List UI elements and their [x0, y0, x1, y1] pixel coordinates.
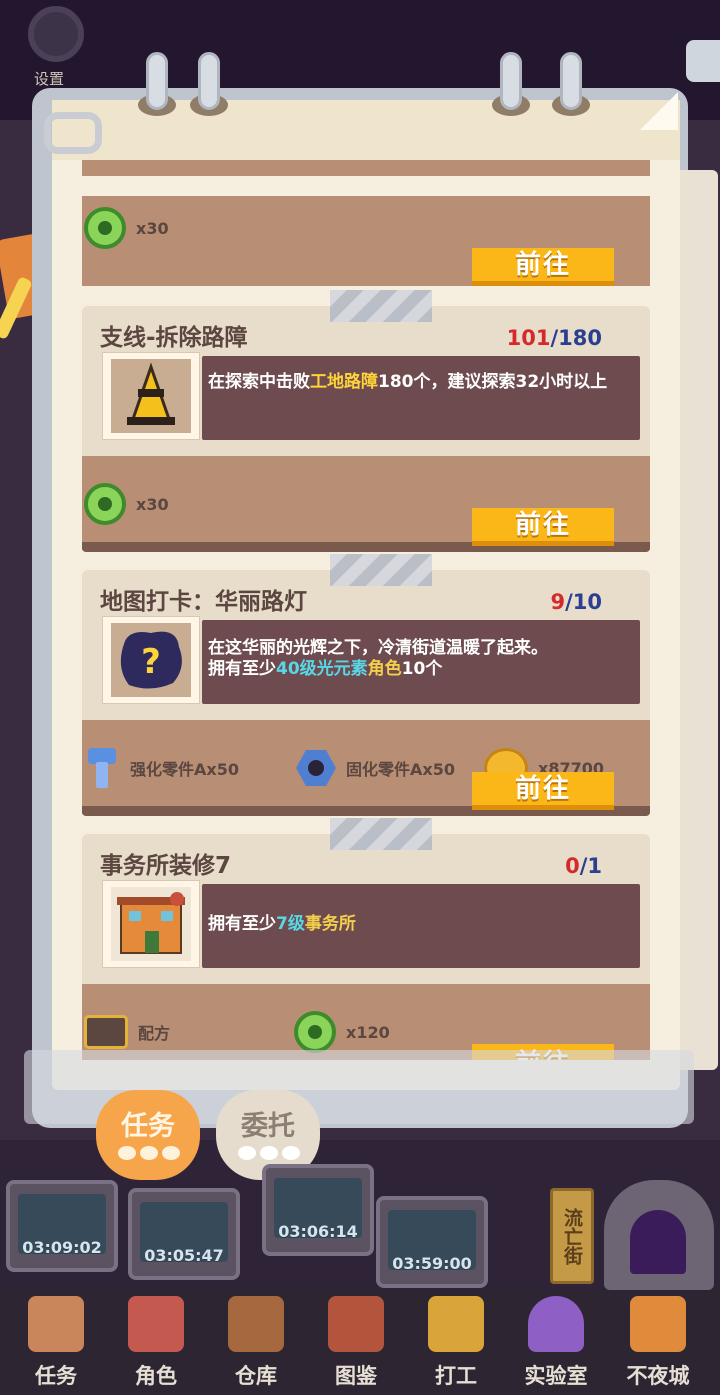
tab-task-label: 任务 — [121, 1111, 175, 1142]
green-gear-coin-icon — [84, 483, 126, 525]
task-progress: 0/1 — [565, 854, 602, 878]
machine-timer: 03:06:14 — [278, 1222, 358, 1241]
side-tool-icon[interactable] — [686, 40, 720, 82]
nav-item-city[interactable]: 不夜城 — [610, 1290, 706, 1395]
go-button[interactable]: 前往 — [472, 508, 614, 546]
portal-icon[interactable] — [604, 1180, 714, 1290]
go-button[interactable]: 前往 — [472, 772, 614, 810]
paw-icon — [118, 1146, 136, 1160]
nav-label: 实验室 — [524, 1364, 588, 1388]
reward-amount: x120 — [346, 1022, 390, 1042]
reward-item: 固化零件Ax50 — [296, 746, 455, 790]
reward-item: 强化零件Ax50 — [84, 746, 239, 790]
settings-gear-icon[interactable] — [28, 6, 84, 62]
task-title: 事务所装修7 — [100, 853, 232, 879]
task-list[interactable]: x30 前往 支线-拆除路障 101/180 在探索中击败工地路障180个，建议… — [82, 160, 650, 1060]
mystery-map-icon: ? — [102, 616, 200, 704]
settings-label: 设置 — [34, 70, 65, 88]
nav-label: 图鉴 — [335, 1364, 377, 1388]
reward-item: x30 — [84, 482, 169, 526]
tab-task[interactable]: 任务 — [96, 1090, 200, 1180]
page-corner — [640, 92, 678, 130]
work-frame-icon — [428, 1296, 484, 1352]
work-machine[interactable]: 03:05:47 — [128, 1188, 240, 1280]
tape-decoration — [330, 554, 432, 586]
task-description: 拥有至少7级事务所 — [202, 884, 640, 968]
task-description: 在这华丽的光辉之下，冷清街道温暖了起来。 拥有至少40级光元素角色10个 — [202, 620, 640, 704]
binder-clip — [500, 52, 522, 110]
tape-decoration — [330, 818, 432, 850]
roadblock-cone-icon — [102, 352, 200, 440]
paw-icon — [238, 1146, 256, 1160]
task-card-remnant — [82, 160, 650, 176]
nav-label: 仓库 — [235, 1364, 277, 1388]
svg-text:?: ? — [141, 642, 161, 682]
reward-amount: x30 — [136, 218, 169, 238]
task-progress: 9/10 — [550, 590, 602, 614]
reward-item: x120 — [294, 1010, 390, 1054]
green-gear-coin-icon — [84, 207, 126, 249]
character-icon — [128, 1296, 184, 1352]
paw-icon — [260, 1146, 278, 1160]
office-building-icon — [102, 880, 200, 968]
reward-item: x30 — [84, 206, 169, 250]
book-icon — [328, 1296, 384, 1352]
nav-item-task[interactable]: 任务 — [8, 1290, 104, 1395]
work-machine[interactable]: 03:06:14 — [262, 1164, 374, 1256]
paw-icon — [162, 1146, 180, 1160]
binder-clip — [146, 52, 168, 110]
paw-icon — [282, 1146, 300, 1160]
nav-item-work[interactable]: 打工 — [408, 1290, 504, 1395]
reward-amount: 强化零件Ax50 — [130, 760, 239, 779]
nav-item-warehouse[interactable]: 仓库 — [208, 1290, 304, 1395]
paw-icon — [140, 1146, 158, 1160]
reinforce-bolt-icon — [84, 746, 120, 790]
machine-timer: 03:05:47 — [144, 1246, 224, 1265]
warehouse-chest-icon — [228, 1296, 284, 1352]
nav-label: 角色 — [135, 1364, 177, 1388]
nav-label: 任务 — [35, 1364, 77, 1388]
go-button[interactable]: 前往 — [472, 248, 614, 286]
task-description: 在探索中击败工地路障180个，建议探索32小时以上 — [202, 356, 640, 440]
task-title: 地图打卡：华丽路灯 — [100, 589, 307, 615]
machine-timer: 03:59:00 — [392, 1254, 472, 1273]
hex-nut-icon — [296, 750, 336, 786]
work-machine[interactable]: 03:09:02 — [6, 1180, 118, 1272]
task-progress: 101/180 — [506, 326, 602, 350]
reward-amount: x30 — [136, 494, 169, 514]
reward-item: 配方 — [84, 1010, 170, 1054]
nav-item-codex[interactable]: 图鉴 — [308, 1290, 404, 1395]
lab-jar-icon — [528, 1296, 584, 1352]
tab-delegate-label: 委托 — [241, 1111, 295, 1142]
binder-clip — [560, 52, 582, 110]
work-machine[interactable]: 03:59:00 — [376, 1196, 488, 1288]
toolbox-icon — [84, 1015, 128, 1049]
reward-label: 配方 — [138, 1024, 171, 1043]
green-gear-coin-icon — [294, 1011, 336, 1053]
machine-timer: 03:09:02 — [22, 1238, 102, 1257]
nav-label: 打工 — [435, 1364, 477, 1388]
bottom-nav: 任务 角色 仓库 图鉴 打工 实验室 不夜城 — [0, 1290, 720, 1395]
clipboard-icon — [28, 1296, 84, 1352]
street-sign[interactable]: 流亡街 — [550, 1188, 594, 1284]
nav-label: 不夜城 — [626, 1364, 690, 1388]
reward-amount: 固化零件Ax50 — [346, 760, 455, 779]
tape-decoration — [330, 290, 432, 322]
nav-item-lab[interactable]: 实验室 — [508, 1290, 604, 1395]
binder-clip — [198, 52, 220, 110]
nav-item-character[interactable]: 角色 — [108, 1290, 204, 1395]
city-cat-icon — [630, 1296, 686, 1352]
refresh-c-icon[interactable] — [44, 112, 102, 154]
task-title: 支线-拆除路障 — [100, 325, 248, 351]
